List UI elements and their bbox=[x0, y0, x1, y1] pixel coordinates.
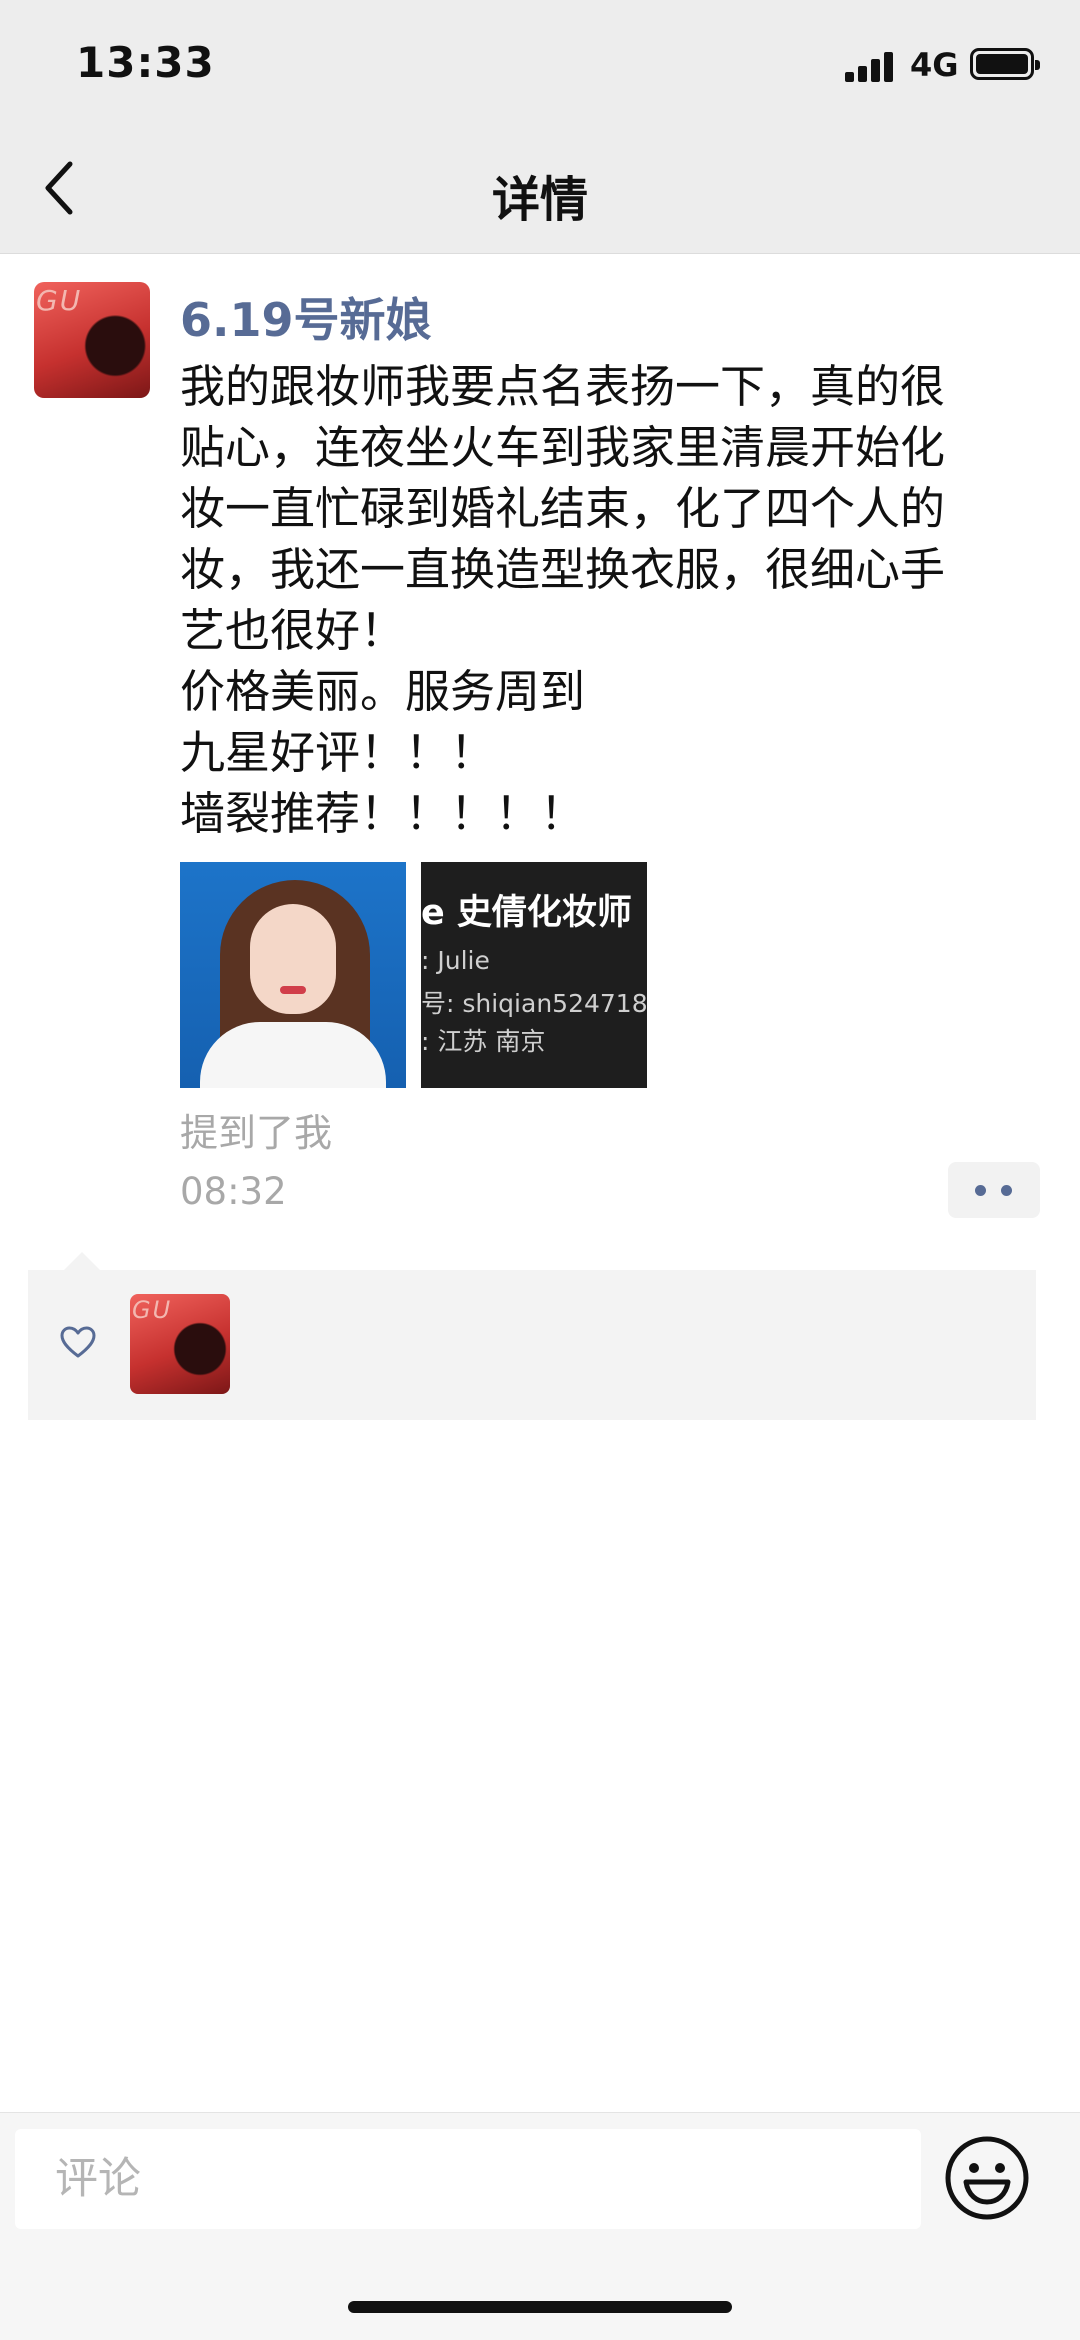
post-image-profile-card[interactable]: e 史倩化妆师 : Julie 号: shiqian5247188 : 江苏 南… bbox=[421, 862, 647, 1088]
liker-avatar[interactable]: GU bbox=[130, 1294, 230, 1394]
post-content: 我的跟妆师我要点名表扬一下，真的很 贴心，连夜坐火车到我家里清晨开始化 妆一直忙… bbox=[180, 356, 1030, 844]
comment-input[interactable] bbox=[15, 2129, 921, 2229]
dot-icon bbox=[975, 1185, 986, 1196]
post-time: 08:32 bbox=[180, 1170, 287, 1213]
more-options-button[interactable] bbox=[948, 1162, 1040, 1218]
avatar-logo-text: GU bbox=[132, 1296, 173, 1324]
content-line: 价格美丽。服务周到 bbox=[180, 665, 586, 718]
content-line: 艺也很好！ bbox=[180, 604, 406, 657]
author-name[interactable]: 6.19号新娘 bbox=[180, 284, 432, 350]
content-line: 贴心，连夜坐火车到我家里清晨开始化 bbox=[180, 421, 946, 474]
content-line: 我的跟妆师我要点名表扬一下，真的很 bbox=[180, 360, 946, 413]
content-line: 墙裂推荐！！！！！ bbox=[180, 787, 586, 840]
content-line: 妆一直忙碌到婚礼结束，化了四个人的 bbox=[180, 482, 946, 535]
content-line: 妆，我还一直换造型换衣服，很细心手 bbox=[180, 543, 946, 596]
heart-icon bbox=[60, 1326, 96, 1358]
card-title: e 史倩化妆师 bbox=[421, 893, 632, 933]
emoji-button[interactable] bbox=[944, 2135, 1030, 2221]
dot-icon bbox=[1001, 1185, 1012, 1196]
likes-section: GU bbox=[28, 1252, 1036, 1420]
top-bar: 13:33 4G 详情 bbox=[0, 0, 1080, 254]
battery-icon bbox=[970, 48, 1040, 80]
mention-label: 提到了我 bbox=[180, 1111, 333, 1155]
avatar-logo-text: GU bbox=[36, 284, 83, 317]
status-time: 13:33 bbox=[76, 38, 215, 87]
post-image-portrait[interactable] bbox=[180, 862, 406, 1088]
network-type: 4G bbox=[910, 46, 959, 84]
card-line: : 江苏 南京 bbox=[421, 1027, 546, 1056]
home-indicator bbox=[348, 2301, 732, 2313]
card-line: 号: shiqian5247188 bbox=[421, 989, 647, 1018]
signal-icon bbox=[845, 50, 899, 82]
page-title: 详情 bbox=[491, 172, 588, 228]
content-line: 九星好评！！！ bbox=[180, 726, 496, 779]
comment-bar bbox=[0, 2112, 1080, 2340]
author-avatar[interactable]: GU bbox=[34, 282, 150, 398]
smiley-icon bbox=[945, 2136, 1029, 2220]
card-line: : Julie bbox=[421, 946, 490, 975]
